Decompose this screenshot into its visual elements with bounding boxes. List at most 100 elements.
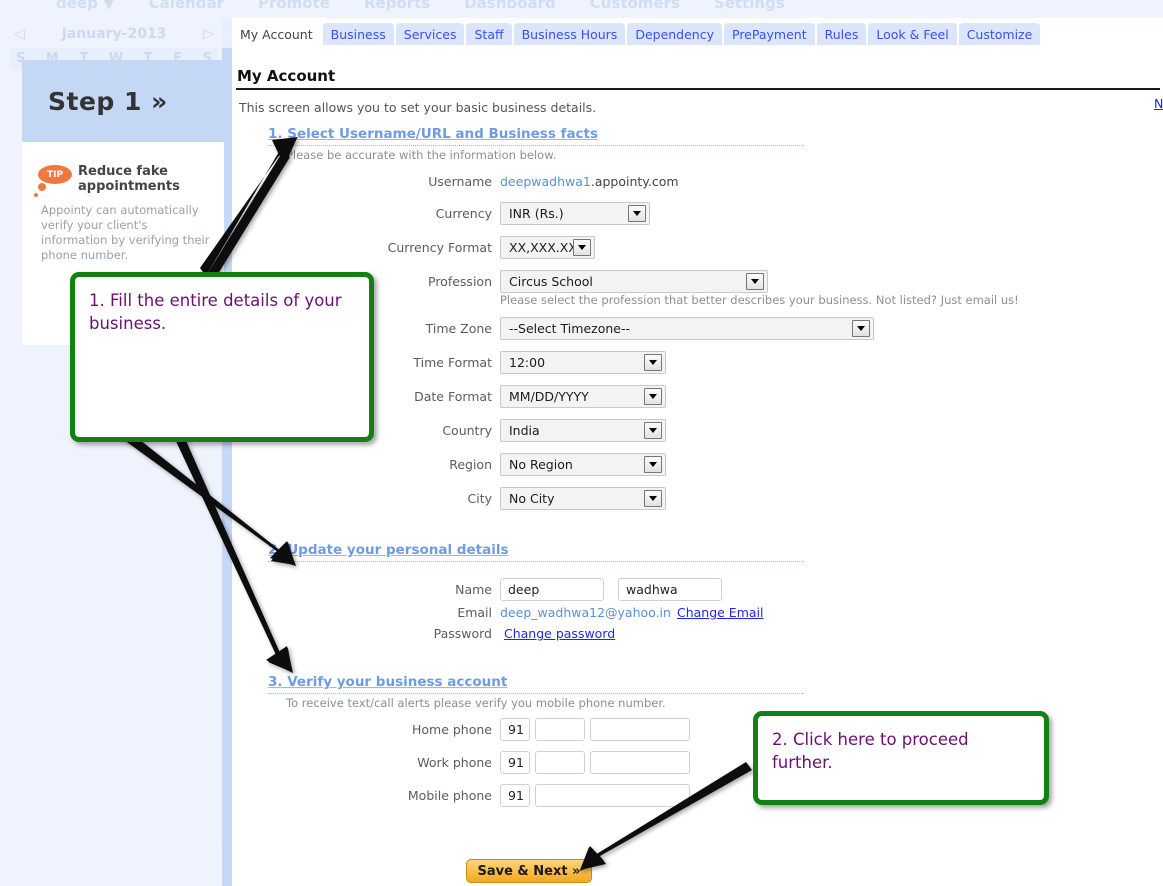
chevron-down-icon[interactable] bbox=[628, 205, 646, 222]
row-name: Name deep wadhwa bbox=[392, 578, 722, 601]
top-navigation-bar: deep ▼ Calendar Promote Reports Dashboar… bbox=[0, 0, 1163, 18]
section-personal-details: 2. Update your personal details bbox=[268, 542, 804, 562]
chevron-down-icon[interactable] bbox=[573, 239, 591, 256]
annotation-callout-1: 1. Fill the entire details of your busin… bbox=[70, 272, 374, 442]
tip-body: Appointy can automatically verify your c… bbox=[41, 203, 210, 262]
region-select[interactable]: No Region bbox=[500, 453, 666, 476]
tab-dependency[interactable]: Dependency bbox=[627, 23, 722, 46]
first-name-input[interactable]: deep bbox=[500, 578, 604, 601]
sidebar-divider-strip-top bbox=[222, 18, 232, 48]
email-label: Email bbox=[457, 605, 492, 620]
last-name-input[interactable]: wadhwa bbox=[618, 578, 722, 601]
region-label: Region bbox=[449, 457, 492, 472]
home-phone-country-code[interactable]: 91 bbox=[500, 718, 530, 741]
work-phone-number[interactable] bbox=[590, 751, 690, 774]
tab-business[interactable]: Business bbox=[322, 23, 394, 46]
home-phone-area-code[interactable] bbox=[535, 718, 585, 741]
city-select[interactable]: No City bbox=[500, 487, 666, 510]
calendar-prev-icon[interactable]: ◁ bbox=[14, 26, 25, 42]
mobile-phone-label: Mobile phone bbox=[407, 788, 492, 803]
section2-title: 2. Update your personal details bbox=[268, 542, 804, 562]
row-home-phone: Home phone 91 bbox=[352, 718, 690, 741]
section1-title: 1. Select Username/URL and Business fact… bbox=[268, 126, 804, 146]
work-phone-label: Work phone bbox=[417, 755, 492, 770]
city-label: City bbox=[467, 491, 493, 506]
row-region: Region No Region bbox=[384, 453, 666, 476]
row-date-format: Date Format MM/DD/YYYY bbox=[372, 385, 666, 408]
tab-rules[interactable]: Rules bbox=[816, 23, 867, 46]
change-email-link[interactable]: Change Email bbox=[677, 605, 764, 620]
row-time-format: Time Format 12:00 bbox=[372, 351, 666, 374]
app-root: deep ▼ Calendar Promote Reports Dashboar… bbox=[0, 0, 1163, 886]
nav-item-settings[interactable]: Settings bbox=[714, 0, 785, 12]
step-label: Step 1 » bbox=[48, 86, 168, 116]
nav-item-promote[interactable]: Promote bbox=[258, 0, 330, 12]
username-value: deepwadhwa1 bbox=[500, 174, 591, 189]
chevron-down-icon[interactable] bbox=[746, 273, 764, 290]
tab-my-account[interactable]: My Account bbox=[232, 23, 321, 46]
tab-bar-underline bbox=[232, 45, 1163, 47]
save-and-next-button[interactable]: Save & Next » bbox=[466, 859, 592, 883]
chevron-down-icon[interactable] bbox=[644, 354, 662, 371]
settings-tab-bar: My Account Business Services Staff Busin… bbox=[232, 22, 1041, 46]
work-phone-country-code[interactable]: 91 bbox=[500, 751, 530, 774]
password-label: Password bbox=[433, 626, 492, 641]
currency-format-select[interactable]: XX,XXX.XX bbox=[500, 236, 595, 259]
row-username: Username deepwadhwa1 .appointy.com bbox=[392, 174, 679, 189]
section-business-facts: 1. Select Username/URL and Business fact… bbox=[268, 126, 804, 162]
nav-item-reports[interactable]: Reports bbox=[364, 0, 430, 12]
tab-services[interactable]: Services bbox=[395, 23, 465, 46]
chevron-down-icon[interactable] bbox=[644, 490, 662, 507]
name-label: Name bbox=[455, 582, 492, 597]
country-value: India bbox=[509, 423, 540, 438]
tab-look-and-feel[interactable]: Look & Feel bbox=[868, 23, 957, 46]
profession-hint: Please select the profession that better… bbox=[500, 293, 1019, 307]
profession-select[interactable]: Circus School bbox=[500, 270, 768, 293]
email-value: deep_wadhwa12@yahoo.in bbox=[500, 605, 671, 620]
region-value: No Region bbox=[509, 457, 573, 472]
chevron-down-icon[interactable] bbox=[644, 422, 662, 439]
username-label: Username bbox=[428, 174, 492, 189]
profession-label: Profession bbox=[428, 274, 492, 289]
nav-item-dashboard[interactable]: Dashboard bbox=[464, 0, 555, 12]
username-domain: .appointy.com bbox=[590, 174, 679, 189]
tip-title: Reduce fake appointments bbox=[78, 164, 180, 194]
tab-staff[interactable]: Staff bbox=[466, 23, 512, 46]
tip-badge-icon: TIP bbox=[34, 165, 72, 197]
nav-item-calendar[interactable]: Calendar bbox=[149, 0, 224, 12]
left-sidebar-panel-lower bbox=[0, 845, 222, 886]
currency-label: Currency bbox=[435, 206, 492, 221]
timezone-value: --Select Timezone-- bbox=[509, 321, 630, 336]
mobile-phone-number[interactable] bbox=[535, 784, 690, 807]
section1-description: Please be accurate with the information … bbox=[286, 148, 557, 162]
calendar-month-label: January-2013 bbox=[61, 26, 167, 42]
home-phone-number[interactable] bbox=[590, 718, 690, 741]
timezone-select[interactable]: --Select Timezone-- bbox=[500, 317, 874, 340]
work-phone-area-code[interactable] bbox=[535, 751, 585, 774]
country-select[interactable]: India bbox=[500, 419, 666, 442]
tip-block: TIP Reduce fake appointments Appointy ca… bbox=[22, 142, 224, 263]
row-country: Country India bbox=[384, 419, 666, 442]
home-phone-label: Home phone bbox=[411, 722, 492, 737]
row-password: Password Change password bbox=[392, 626, 616, 641]
chevron-down-icon[interactable] bbox=[644, 388, 662, 405]
mobile-phone-country-code[interactable]: 91 bbox=[500, 784, 530, 807]
currency-format-value: XX,XXX.XX bbox=[509, 240, 577, 255]
date-format-select[interactable]: MM/DD/YYYY bbox=[500, 385, 666, 408]
nav-item-customers[interactable]: Customers bbox=[590, 0, 680, 12]
tab-customize[interactable]: Customize bbox=[958, 23, 1041, 46]
currency-select[interactable]: INR (Rs.) bbox=[500, 202, 650, 225]
tab-prepayment[interactable]: PrePayment bbox=[724, 23, 815, 46]
change-password-link[interactable]: Change password bbox=[504, 626, 615, 641]
calendar-next-icon[interactable]: ▷ bbox=[203, 26, 214, 42]
nav-item-account[interactable]: deep ▼ bbox=[56, 0, 115, 12]
chevron-down-icon[interactable] bbox=[852, 320, 870, 337]
chevron-down-icon[interactable] bbox=[644, 456, 662, 473]
time-format-select[interactable]: 12:00 bbox=[500, 351, 666, 374]
row-timezone: Time Zone --Select Timezone-- bbox=[390, 317, 874, 340]
tab-business-hours[interactable]: Business Hours bbox=[513, 23, 626, 46]
mini-calendar-header: ◁ January-2013 ▷ bbox=[14, 26, 214, 42]
date-format-label: Date Format bbox=[414, 389, 492, 404]
corner-link[interactable]: N bbox=[1154, 96, 1163, 111]
profession-value: Circus School bbox=[509, 274, 593, 289]
